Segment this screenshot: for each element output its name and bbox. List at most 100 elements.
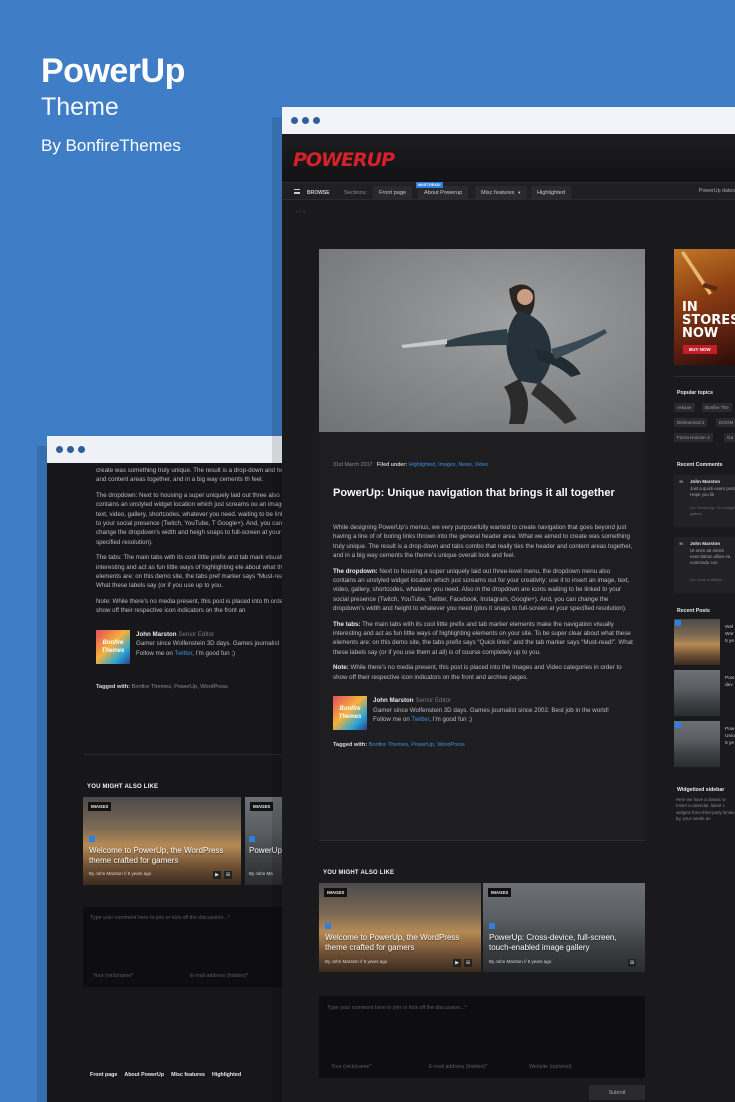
window-dot-icon[interactable] [291, 117, 298, 124]
topic-tag[interactable]: Ga [724, 433, 735, 442]
post-dropdown-para: The dropdown: Next to housing a super un… [333, 567, 630, 613]
image-format-icon [675, 722, 681, 728]
tab-misc-features[interactable]: Misc features ▼ [475, 186, 528, 199]
card-category-badge[interactable]: IMAGES [88, 802, 112, 811]
post-tabs-para: The tabs: The main tabs with its cool li… [333, 620, 633, 656]
recent-post[interactable]: Pow dev [674, 670, 735, 716]
recent-comment[interactable]: " John Marston Ut enim ad minim exercita… [674, 537, 735, 593]
topic-tag[interactable]: Arkane [674, 403, 695, 412]
topic-tag[interactable]: Bonfire The [702, 403, 732, 412]
article-card: 31st March 2017 Filed under: Highlighted… [319, 249, 645, 839]
tag-links[interactable]: Bonfire Themes, PowerUp, WordPress [369, 742, 465, 748]
ad-headline: IN STORES NOW [682, 300, 735, 341]
front-browser-bar [282, 107, 735, 134]
site-header: POWERUP [282, 134, 735, 182]
play-icon[interactable]: ▶ [213, 871, 221, 879]
recent-post-title[interactable]: Pow Unio 5 ye [725, 726, 735, 748]
gallery-icon[interactable]: ⊞ [628, 959, 636, 967]
filed-label: Filed under: [376, 462, 408, 468]
topic-tag[interactable]: Forza Horizon 4 [674, 433, 713, 442]
name-field[interactable]: Your (nick)name* [93, 973, 133, 979]
card-title[interactable]: Welcome to PowerUp, the WordPress theme … [325, 933, 475, 953]
comment-placeholder[interactable]: Type your comment here to join or kick o… [327, 1005, 467, 1011]
back-author-name[interactable]: John Marston [136, 631, 177, 638]
comment-author[interactable]: John Marston [690, 541, 720, 546]
site-logo[interactable]: POWERUP [293, 149, 395, 171]
window-dot-icon[interactable] [313, 117, 320, 124]
buy-now-button[interactable]: BUY NOW [683, 345, 717, 354]
back-author-info: John Marston Senior Editor Gamer since W… [136, 630, 279, 658]
recent-post[interactable]: Wel Wor 5 ye [674, 619, 735, 665]
author-avatar[interactable]: Bonfire Themes [333, 696, 367, 731]
recent-post-title[interactable]: Pow dev [725, 675, 735, 689]
submit-button[interactable]: Submit [589, 1085, 645, 1100]
card-category-badge[interactable]: IMAGES [324, 888, 348, 897]
author-name[interactable]: John Marston [373, 697, 414, 704]
comment-placeholder[interactable]: Type your comment here to join or kick o… [90, 915, 230, 921]
footer-link[interactable]: About PowerUp [124, 1072, 164, 1078]
footer-link[interactable]: Highlighted [212, 1072, 241, 1078]
recent-comments-heading: Recent Comments [677, 462, 723, 468]
window-dot-icon[interactable] [56, 446, 63, 453]
card-category-badge[interactable]: IMAGES [250, 802, 274, 811]
recent-comment[interactable]: " John Marston Just a quick exam post. H… [674, 475, 735, 527]
tag-links[interactable]: Bonfire Themes, PowerUp, WordPress [132, 684, 228, 690]
window-dot-icon[interactable] [67, 446, 74, 453]
tab-misc-label: Misc features [481, 189, 515, 196]
window-dot-icon[interactable] [78, 446, 85, 453]
topic-tag[interactable]: Dishonored 2 [674, 418, 708, 427]
card-title[interactable]: Welcome to PowerUp, the WordPress theme … [89, 846, 235, 866]
back-related-card-1[interactable]: IMAGES Welcome to PowerUp, the WordPress… [83, 797, 241, 885]
back-author-box: Bonfire Themes John Marston Senior Edito… [96, 629, 297, 664]
post-intro: While designing PowerUp’s menus, we very… [333, 524, 633, 560]
related-card-1[interactable]: IMAGES Welcome to PowerUp, the WordPress… [319, 883, 481, 972]
recent-posts-heading: Recent Posts [677, 608, 710, 614]
comment-on[interactable]: On: God of Warrio [690, 577, 722, 583]
footer-link[interactable]: Misc features [171, 1072, 205, 1078]
window-dot-icon[interactable] [302, 117, 309, 124]
gallery-icon[interactable]: ⊞ [464, 959, 472, 967]
hamburger-menu-icon[interactable] [294, 189, 300, 194]
breadcrumb[interactable]: ‹ › ☆ [296, 209, 307, 215]
tab-front-page[interactable]: Front page [373, 186, 413, 199]
tagged-label: Tagged with: [96, 683, 131, 690]
advertisement-banner[interactable]: IN STORES NOW BUY NOW [674, 249, 735, 365]
back-footer-nav: Front page About PowerUp Misc features H… [90, 1072, 241, 1078]
card-category-badge[interactable]: IMAGES [488, 888, 512, 897]
card-title[interactable]: PowerUp: Cross-device, full-screen, touc… [489, 933, 639, 953]
nav-sections-prefix: Sections: [344, 189, 368, 196]
card-meta: By John Marston // 5 years ago [89, 871, 152, 876]
filed-categories[interactable]: Highlighted, Images, News, Video [409, 462, 488, 468]
related-card-2[interactable]: IMAGES PowerUp: Cross-device, full-scree… [483, 883, 645, 972]
card-meta: By John Ma [249, 871, 273, 876]
comment-form[interactable]: Type your comment here to join or kick o… [319, 996, 645, 1078]
author-role: Senior Editor [415, 697, 452, 705]
divider [319, 840, 645, 841]
back-comment-form[interactable]: Type your comment here to join or kick o… [83, 907, 297, 987]
featured-image[interactable] [319, 249, 645, 432]
recent-post-title[interactable]: Wel Wor 5 ye [725, 624, 735, 646]
footer-link[interactable]: Front page [90, 1072, 117, 1078]
nav-browse[interactable]: BROWSE [301, 186, 336, 199]
email-field[interactable]: E-mail address (hidden)* [429, 1064, 487, 1070]
twitter-link[interactable]: Twitter [411, 716, 429, 723]
author-avatar[interactable]: Bonfire Themes [96, 629, 130, 664]
email-field[interactable]: E-mail address (hidden)* [190, 973, 248, 979]
divider [674, 376, 735, 377]
gallery-icon[interactable]: ⊞ [224, 871, 232, 879]
author-bio: Gamer since Wolfenstein 3D days. Games j… [373, 706, 609, 714]
tab-highlighted[interactable]: Highlighted [531, 186, 571, 199]
play-icon[interactable]: ▶ [453, 959, 461, 967]
name-field[interactable]: Your (nick)name* [331, 1064, 371, 1070]
nav-powerup-dates[interactable]: PowerUp dates [699, 188, 735, 194]
post-body: While designing PowerUp’s menus, we very… [333, 523, 633, 748]
website-field[interactable]: Website (optional) [529, 1064, 572, 1070]
recent-post[interactable]: Pow Unio 5 ye [674, 721, 735, 767]
quote-icon: " [679, 479, 684, 489]
comment-author[interactable]: John Marston [690, 479, 720, 484]
twitter-link[interactable]: Twitter [174, 650, 192, 657]
post-thumbnail[interactable] [674, 670, 720, 716]
topic-tag[interactable]: DOOM [716, 418, 735, 427]
author-info: John Marston Senior Editor Gamer since W… [373, 696, 609, 724]
comment-on[interactable]: On: PowerUp: Cro image gallery [690, 505, 735, 516]
